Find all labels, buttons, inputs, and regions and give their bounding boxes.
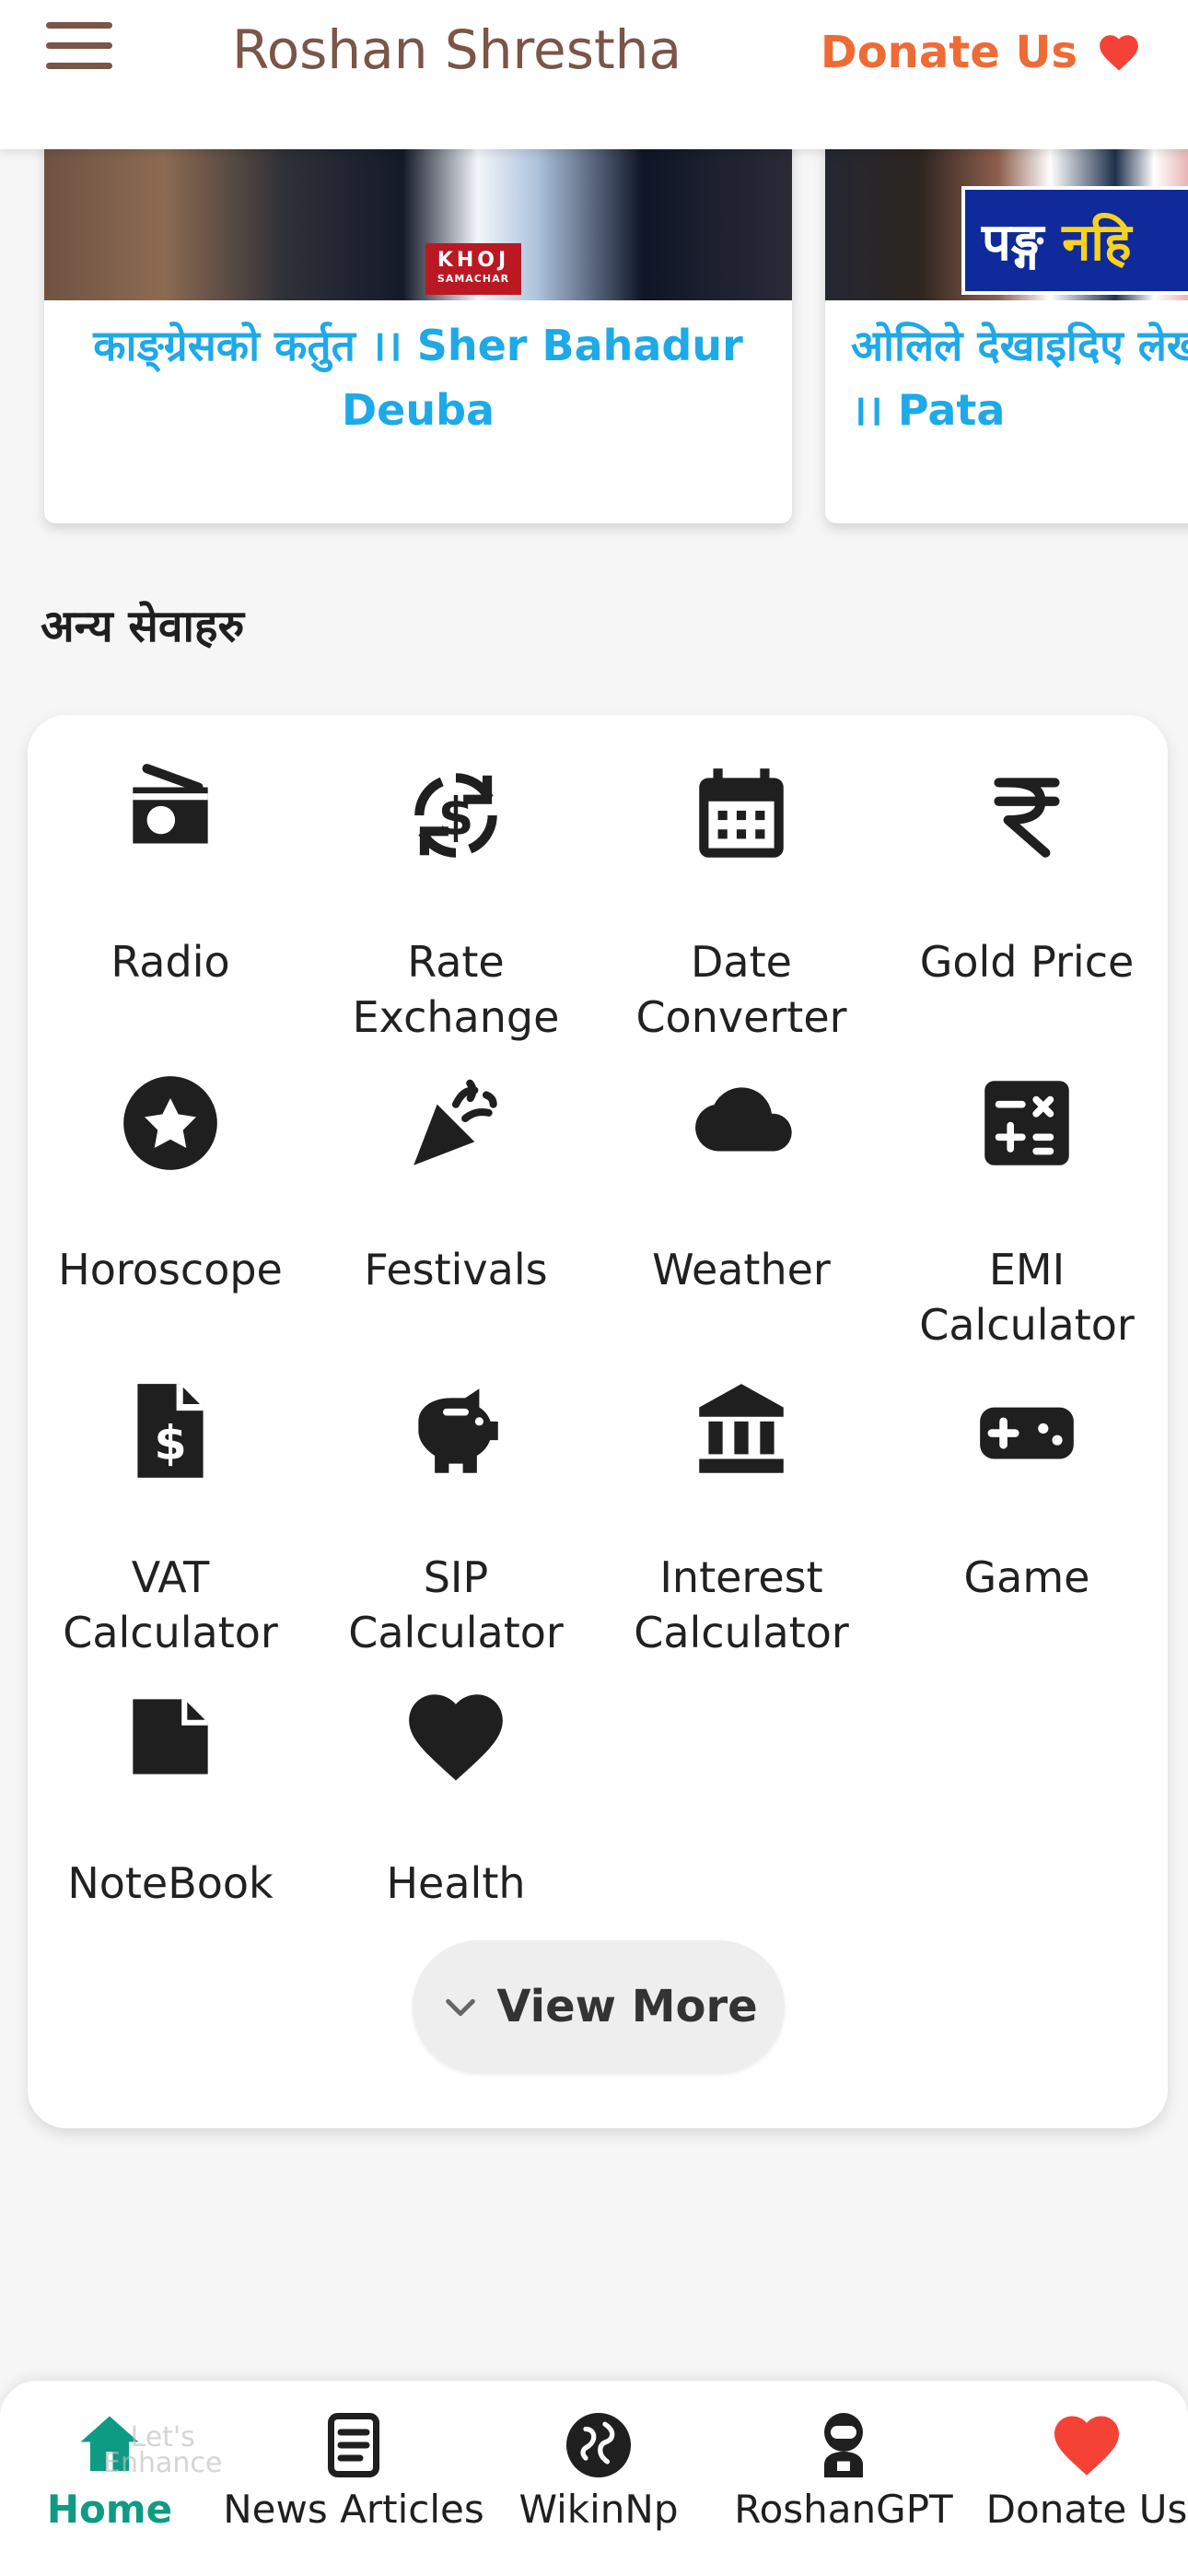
service-interest-calculator[interactable]: Interest Calculator	[599, 1330, 884, 1657]
video-title[interactable]: काङ्ग्रेसको कर्तुत ।। Sher Bahadur Deuba	[83, 313, 753, 442]
invoice-dollar-icon: $	[137, 1384, 204, 1478]
nav-label: Donate Us	[985, 2487, 1188, 2532]
service-label: NoteBook	[67, 1858, 274, 1908]
svg-text:$: $	[438, 787, 474, 847]
service-notebook[interactable]: NoteBook	[28, 1636, 313, 1913]
bank-icon	[699, 1384, 784, 1473]
video-card[interactable]: पङ्ग नहि ओलिले देखाइदिए लेखक खुशी ।। Pat…	[825, 136, 1188, 523]
service-game[interactable]: Game	[884, 1330, 1170, 1607]
watermark-text: Let's Enhance	[103, 2421, 223, 2479]
service-label: Game	[963, 1552, 1090, 1602]
services-panel: Radio $ Rate Exchange Date Converter Gol…	[28, 715, 1168, 2128]
service-label: Weather	[652, 1245, 831, 1294]
note-icon	[133, 1699, 208, 1774]
nav-label: WikinNp	[518, 2487, 679, 2532]
service-sip-calculator[interactable]: SIP Calculator	[313, 1330, 599, 1657]
radio-icon	[133, 764, 208, 844]
nav-donate-us[interactable]: Donate Us	[985, 2403, 1188, 2559]
section-title: अन्य सेवाहरु	[41, 601, 245, 652]
rate-exchange-icon: $	[414, 773, 497, 858]
rupee-icon	[994, 778, 1060, 858]
bottom-navigation: Let's Enhance Home News Articles WikinNp	[0, 2381, 1188, 2576]
svg-text:$: $	[154, 1416, 186, 1470]
view-more-label: View More	[496, 1981, 758, 2032]
service-label: Health	[386, 1858, 526, 1908]
service-weather[interactable]: Weather	[599, 1023, 884, 1299]
service-health[interactable]: Health	[313, 1636, 599, 1913]
menu-line	[46, 22, 112, 29]
service-festivals[interactable]: Festivals	[313, 1023, 599, 1299]
donate-top-label: Donate Us	[820, 27, 1077, 78]
service-date-converter[interactable]: Date Converter	[599, 715, 884, 1042]
nav-news-articles[interactable]: News Articles	[219, 2403, 488, 2559]
chevron-down-icon	[446, 1998, 476, 2017]
service-label: Interest Calculator	[634, 1552, 849, 1657]
heart-icon	[409, 1694, 503, 1781]
gamepad-icon	[980, 1407, 1074, 1459]
thumbnail-banner: पङ्ग नहि	[961, 186, 1188, 295]
khoj-logo: KHOJ SAMACHAR	[425, 243, 521, 295]
cloud-icon	[695, 1087, 792, 1152]
nav-home[interactable]: Let's Enhance Home	[22, 2403, 222, 2559]
view-more-button[interactable]: View More	[413, 1940, 785, 2073]
video-title[interactable]: ओलिले देखाइदिए लेखक खुशी ।। Pata	[851, 313, 1188, 442]
calendar-icon	[699, 768, 784, 858]
video-card[interactable]: KHOJ SAMACHAR काङ्ग्रेसको कर्तुत ।। Sher…	[44, 136, 792, 523]
service-rate-exchange[interactable]: $ Rate Exchange	[313, 715, 599, 1042]
service-emi-calculator[interactable]: EMI Calculator	[884, 1023, 1170, 1350]
service-vat-calculator[interactable]: $ VAT Calculator	[28, 1330, 313, 1657]
calculator-icon	[984, 1081, 1069, 1165]
nav-label: News Articles	[223, 2487, 484, 2532]
app-screen: Roshan Shrestha Donate Us KHOJ SAMACHAR …	[0, 0, 1188, 2576]
nav-label: RoshanGPT	[734, 2487, 953, 2532]
piggy-bank-icon	[418, 1388, 498, 1473]
thumbnail-banner-text: पङ्ग	[982, 213, 1044, 273]
star-circle-icon	[123, 1076, 217, 1170]
service-gold-price[interactable]: Gold Price	[884, 715, 1170, 991]
menu-line	[46, 42, 112, 49]
app-title: Roshan Shrestha	[232, 18, 681, 81]
donate-top-button[interactable]: Donate Us	[821, 24, 1144, 81]
service-label: Radio	[111, 937, 230, 987]
app-header: Roshan Shrestha Donate Us	[0, 0, 1188, 149]
thumbnail-banner-text: नहि	[1062, 213, 1132, 273]
news-icon	[328, 2413, 379, 2477]
nav-label: Home	[46, 2487, 173, 2532]
nav-roshangpt[interactable]: RoshanGPT	[729, 2403, 958, 2559]
service-label: Horoscope	[58, 1245, 283, 1294]
video-thumbnail[interactable]: पङ्ग नहि	[825, 136, 1188, 300]
video-thumbnail[interactable]: KHOJ SAMACHAR	[44, 136, 792, 300]
service-label: Festivals	[364, 1245, 548, 1294]
astronaut-icon	[824, 2413, 863, 2477]
menu-button[interactable]	[46, 22, 116, 70]
menu-line	[46, 63, 112, 69]
celebration-icon	[413, 1079, 497, 1165]
globe-icon	[566, 2413, 631, 2477]
service-radio[interactable]: Radio	[28, 715, 313, 991]
heart-icon	[1054, 2416, 1119, 2476]
heart-icon	[1100, 35, 1138, 71]
service-horoscope[interactable]: Horoscope	[28, 1023, 313, 1299]
nav-wikinnp[interactable]: WikinNp	[507, 2403, 691, 2559]
service-label: Gold Price	[919, 937, 1135, 987]
